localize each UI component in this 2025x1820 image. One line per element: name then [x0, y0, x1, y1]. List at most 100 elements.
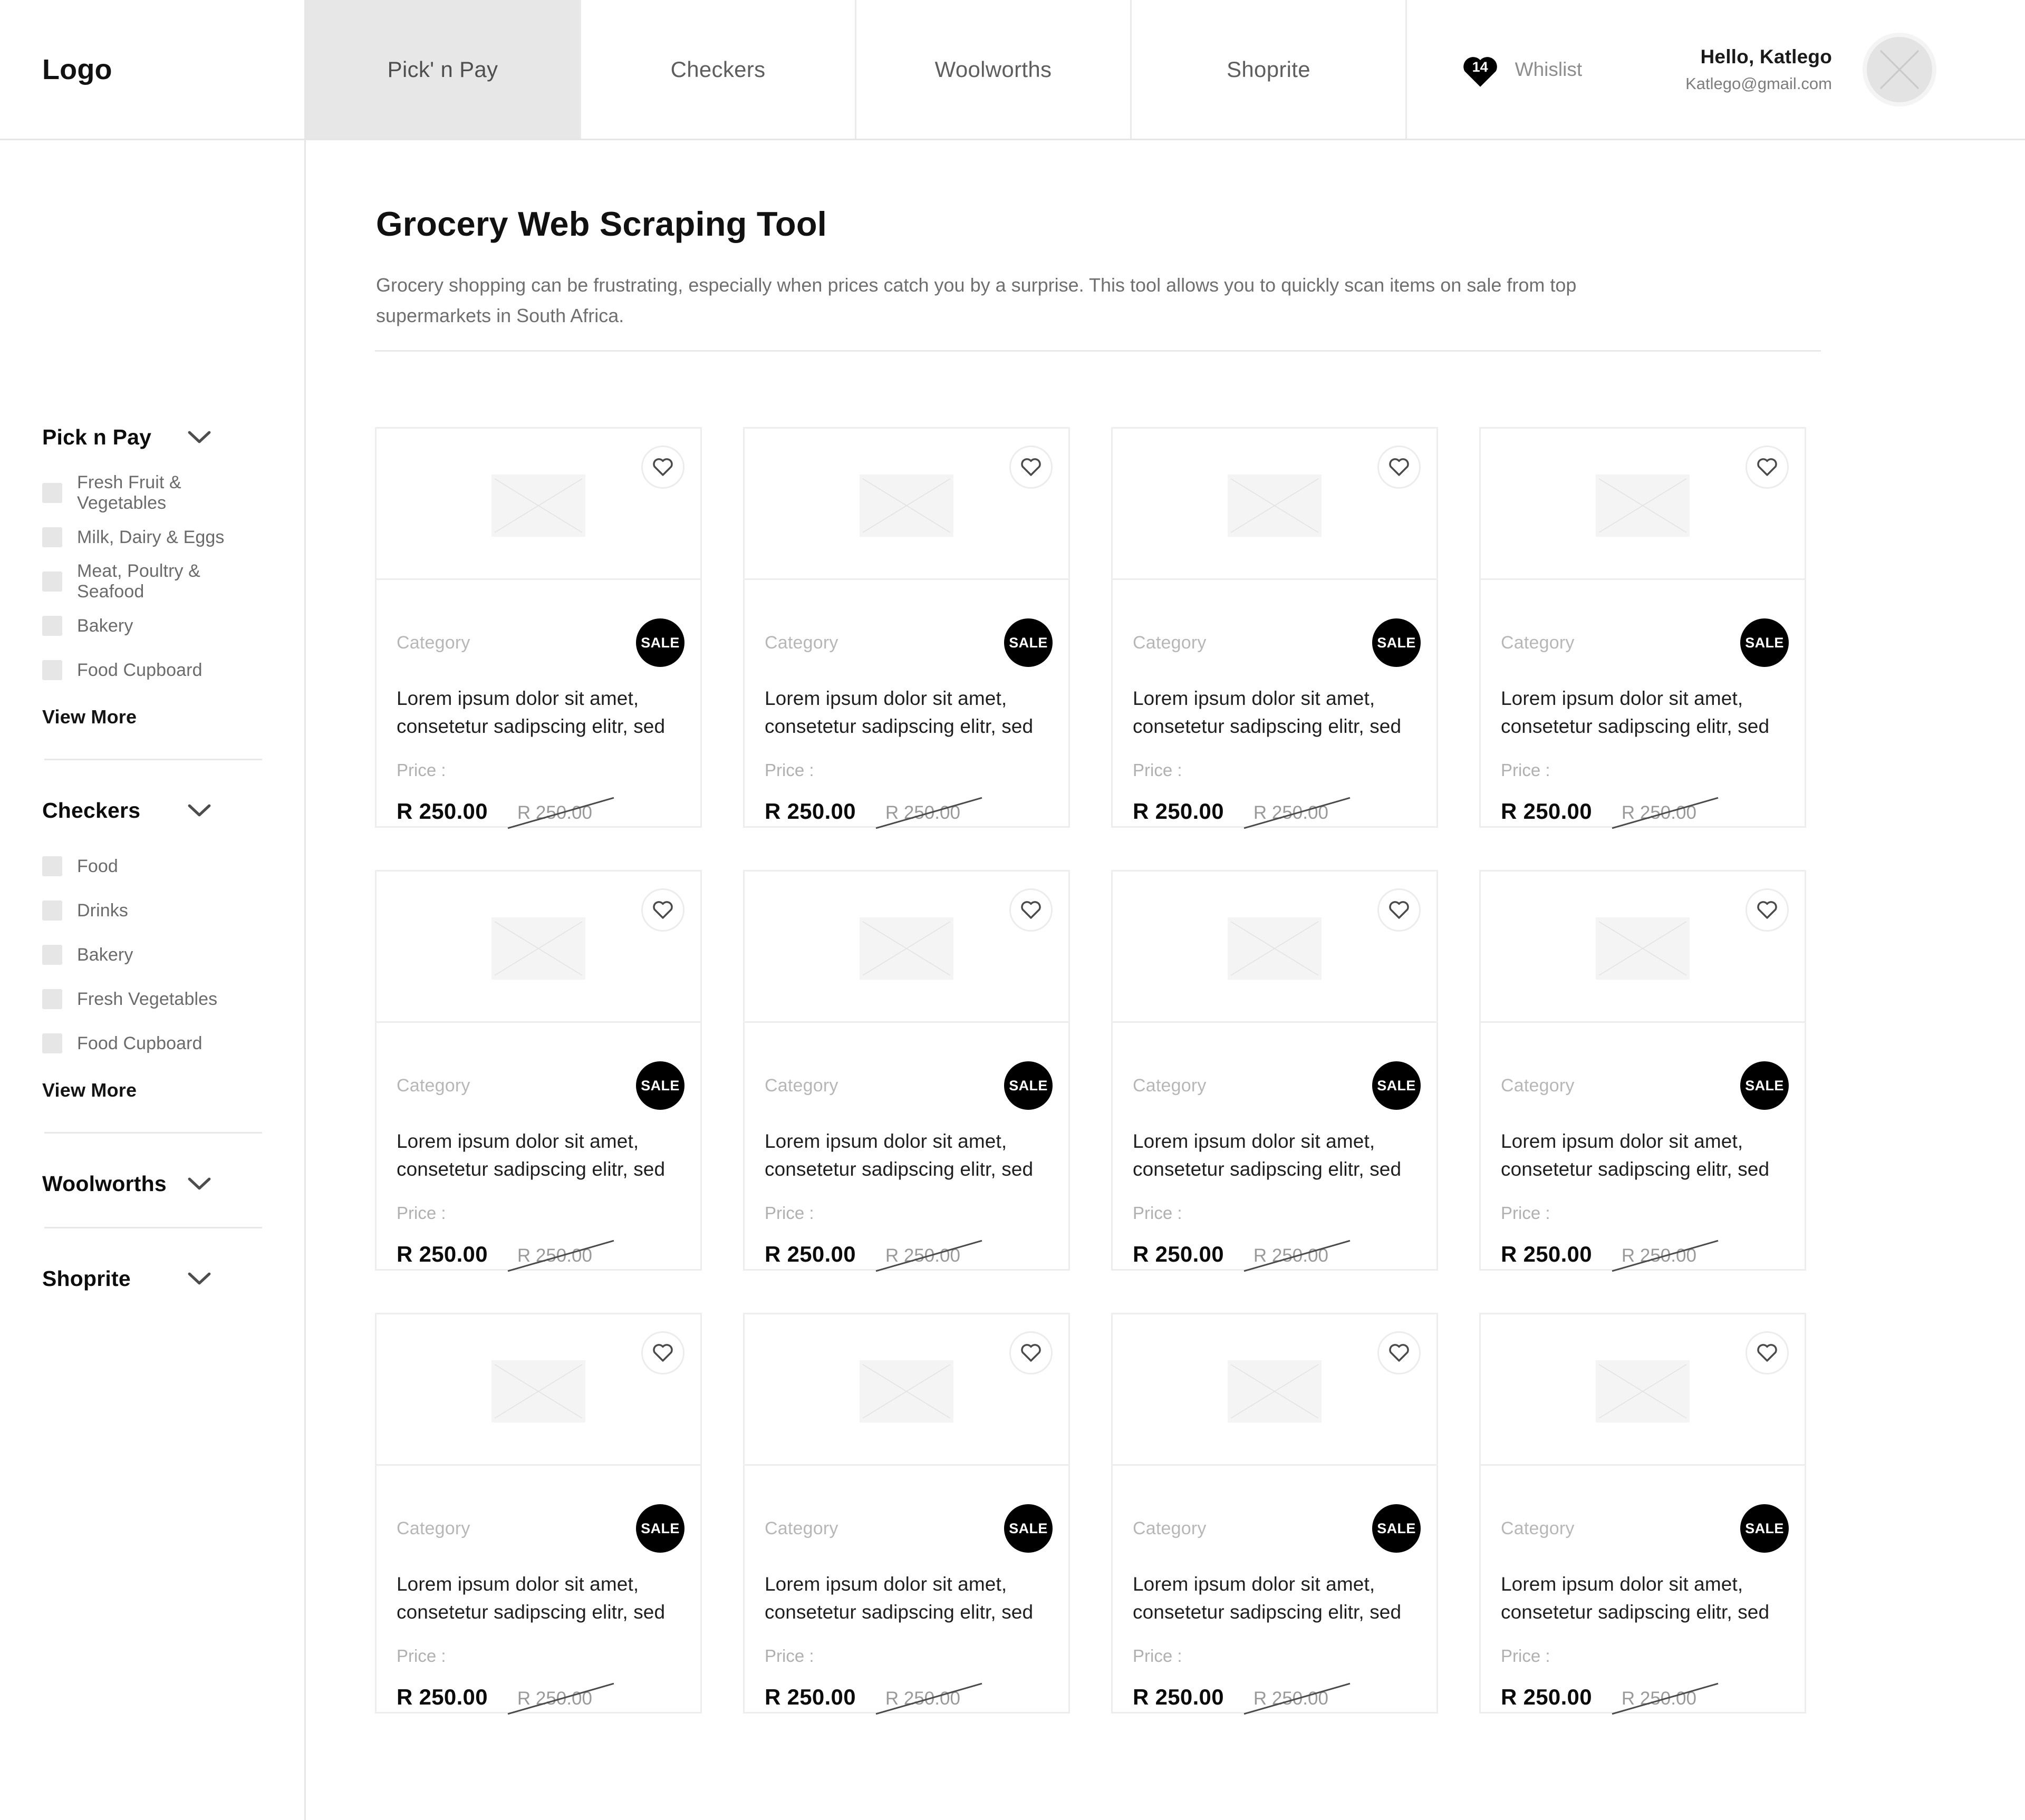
image-placeholder-icon — [860, 475, 953, 537]
product-card[interactable]: Category SALE Lorem ipsum dolor sit amet, … — [1111, 870, 1438, 1272]
price-current: R 250.00 — [397, 1242, 488, 1267]
product-card[interactable]: Category SALE Lorem ipsum dolor sit amet, … — [743, 1313, 1070, 1715]
user-email: Katlego@gmail.com — [1685, 74, 1832, 93]
filter-group-title: Checkers — [42, 798, 141, 822]
product-body: Category SALE Lorem ipsum dolor sit amet, … — [1113, 580, 1436, 829]
image-placeholder-icon — [1879, 50, 1920, 89]
filter-group-pick-n-pay: Pick n Pay Fresh Fruit & Vegetables Milk, … — [0, 425, 304, 728]
favorite-button[interactable] — [1009, 888, 1053, 932]
filter-option[interactable]: Drinks — [42, 888, 262, 933]
filter-option[interactable]: Bakery — [42, 933, 262, 977]
filter-option[interactable]: Food — [42, 844, 262, 888]
filter-option-label: Food Cupboard — [77, 1033, 202, 1053]
avatar[interactable] — [1863, 32, 1936, 107]
favorite-button[interactable] — [1746, 446, 1789, 489]
price-original-text: R 250.00 — [517, 802, 592, 824]
product-category: Category — [1133, 1075, 1207, 1096]
product-card[interactable]: Category SALE Lorem ipsum dolor sit amet, … — [1111, 427, 1438, 829]
favorite-button[interactable] — [1746, 1331, 1789, 1374]
chevron-down-icon[interactable] — [188, 1272, 211, 1286]
checkbox[interactable] — [42, 1033, 62, 1053]
category-row: Category SALE — [397, 580, 684, 667]
filter-group-checkers: Checkers Food Drinks Bakery Fresh Vegetables… — [0, 798, 304, 1101]
image-placeholder-icon — [1228, 475, 1322, 537]
product-card[interactable]: Category SALE Lorem ipsum dolor sit amet, … — [743, 427, 1070, 829]
heart-outline-icon — [1019, 455, 1043, 480]
filter-option[interactable]: Fresh Vegetables — [42, 977, 262, 1021]
filter-option[interactable]: Food Cupboard — [42, 1021, 262, 1066]
filter-group-header[interactable]: Pick n Pay — [42, 425, 211, 450]
category-row: Category SALE — [765, 1466, 1053, 1553]
chevron-down-icon[interactable] — [188, 1177, 211, 1191]
favorite-button[interactable] — [1009, 446, 1053, 489]
checkbox[interactable] — [42, 527, 62, 547]
filters-sidebar: Pick n Pay Fresh Fruit & Vegetables Milk, … — [0, 140, 306, 1820]
view-more-link[interactable]: View More — [42, 706, 262, 728]
favorite-button[interactable] — [1377, 888, 1421, 932]
logo[interactable]: Logo — [0, 0, 306, 139]
favorite-button[interactable] — [641, 888, 684, 932]
product-body: Category SALE Lorem ipsum dolor sit amet, … — [1481, 580, 1805, 829]
filter-option[interactable]: Food Cupboard — [42, 648, 262, 692]
product-card[interactable]: Category SALE Lorem ipsum dolor sit amet, … — [1479, 427, 1806, 829]
price-current: R 250.00 — [1501, 1242, 1592, 1267]
category-row: Category SALE — [397, 1466, 684, 1553]
checkbox[interactable] — [42, 989, 62, 1009]
price-label: Price : — [1133, 760, 1182, 780]
product-card[interactable]: Category SALE Lorem ipsum dolor sit amet, … — [1111, 1313, 1438, 1715]
filter-group-header[interactable]: Shoprite — [42, 1266, 211, 1291]
filter-group-header[interactable]: Checkers — [42, 798, 211, 823]
filter-group-header[interactable]: Woolworths — [42, 1172, 211, 1196]
checkbox[interactable] — [42, 901, 62, 921]
tab-woolworths[interactable]: Woolworths — [856, 0, 1132, 139]
chevron-down-icon[interactable] — [188, 431, 211, 444]
tab-pick-n-pay[interactable]: Pick' n Pay — [306, 0, 581, 139]
product-card[interactable]: Category SALE Lorem ipsum dolor sit amet, … — [743, 870, 1070, 1272]
tab-shoprite[interactable]: Shoprite — [1132, 0, 1407, 139]
wishlist-button[interactable]: 14 Whislist — [1460, 51, 1582, 89]
filter-option[interactable]: Milk, Dairy & Eggs — [42, 515, 262, 559]
price-label: Price : — [397, 1203, 446, 1223]
product-card[interactable]: Category SALE Lorem ipsum dolor sit amet, … — [375, 1313, 702, 1715]
filter-option-label: Milk, Dairy & Eggs — [77, 527, 225, 547]
price-original-text: R 250.00 — [517, 1245, 592, 1266]
view-more-link[interactable]: View More — [42, 1079, 262, 1101]
checkbox[interactable] — [42, 945, 62, 965]
favorite-button[interactable] — [641, 446, 684, 489]
price-original-text: R 250.00 — [1253, 802, 1328, 824]
filter-group-shoprite: Shoprite — [0, 1266, 304, 1291]
product-card[interactable]: Category SALE Lorem ipsum dolor sit amet, … — [1479, 870, 1806, 1272]
filter-option[interactable]: Bakery — [42, 604, 262, 648]
favorite-button[interactable] — [1377, 446, 1421, 489]
filter-group-title: Shoprite — [42, 1266, 131, 1291]
product-body: Category SALE Lorem ipsum dolor sit amet, … — [1113, 1023, 1436, 1272]
heart-outline-icon — [651, 455, 674, 480]
checkbox[interactable] — [42, 616, 62, 636]
header-divider — [375, 350, 1821, 352]
product-name: Lorem ipsum dolor sit amet, consetetur s… — [765, 1130, 1034, 1180]
checkbox[interactable] — [42, 572, 62, 592]
checkbox[interactable] — [42, 483, 62, 503]
checkbox[interactable] — [42, 660, 62, 680]
chevron-down-icon[interactable] — [188, 804, 211, 818]
product-card[interactable]: Category SALE Lorem ipsum dolor sit amet, … — [1479, 1313, 1806, 1715]
favorite-button[interactable] — [1377, 1331, 1421, 1374]
price-row: R 250.00 R 250.00 — [397, 1682, 680, 1715]
filter-option[interactable]: Meat, Poultry & Seafood — [42, 559, 262, 604]
product-card[interactable]: Category SALE Lorem ipsum dolor sit amet, … — [375, 427, 702, 829]
product-card[interactable]: Category SALE Lorem ipsum dolor sit amet, … — [375, 870, 702, 1272]
price-row: R 250.00 R 250.00 — [1133, 797, 1416, 829]
price-label: Price : — [765, 1203, 814, 1223]
user-info[interactable]: Hello, Katlego Katlego@gmail.com — [1685, 46, 1832, 93]
checkbox[interactable] — [42, 856, 62, 876]
tab-checkers[interactable]: Checkers — [581, 0, 856, 139]
favorite-button[interactable] — [1746, 888, 1789, 932]
product-name: Lorem ipsum dolor sit amet, consetetur s… — [765, 1573, 1034, 1623]
filter-option[interactable]: Fresh Fruit & Vegetables — [42, 471, 262, 515]
page-description: Grocery shopping can be frustrating, esp… — [376, 274, 1577, 327]
price-current: R 250.00 — [765, 1242, 856, 1267]
price-original: R 250.00 — [1243, 1240, 1351, 1272]
favorite-button[interactable] — [641, 1331, 684, 1374]
favorite-button[interactable] — [1009, 1331, 1053, 1374]
